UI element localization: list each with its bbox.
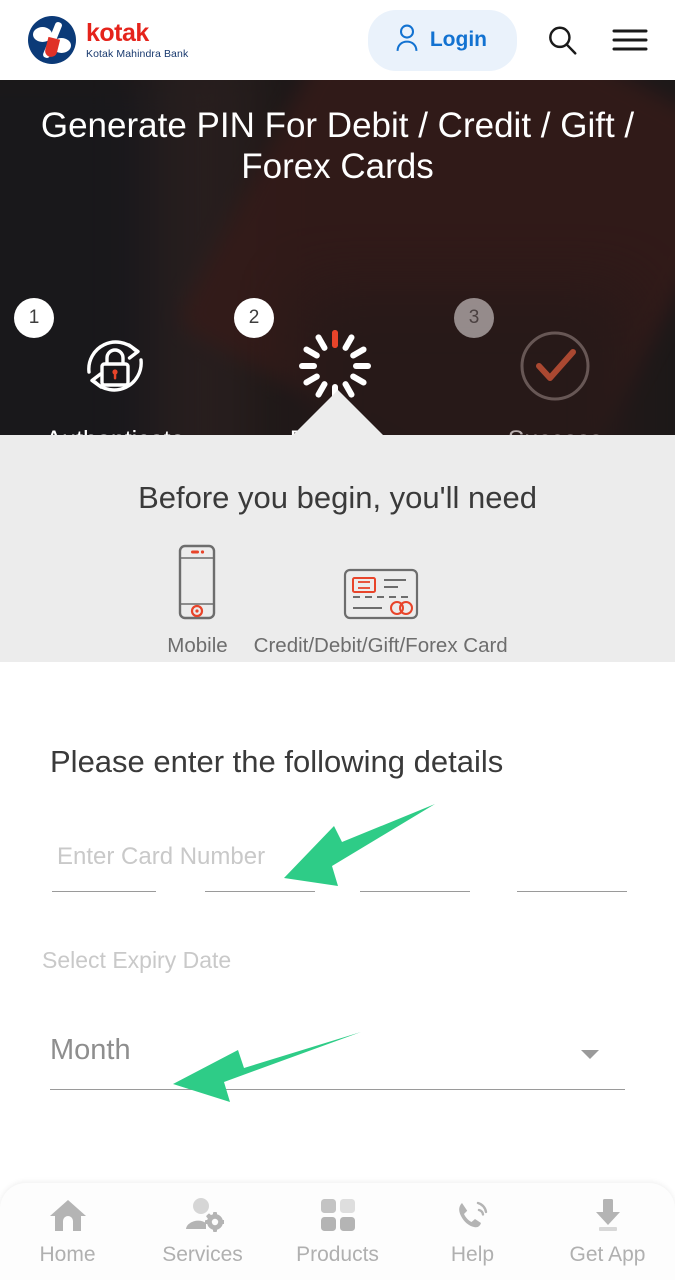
step-number-badge: 2	[234, 298, 274, 338]
nav-label: Home	[39, 1243, 96, 1266]
before-you-begin-section: Before you begin, you'll need Mobile Cre…	[0, 435, 675, 662]
card-number-segment-2[interactable]	[205, 891, 315, 892]
search-icon[interactable]	[539, 17, 585, 63]
download-icon	[540, 1196, 675, 1234]
nav-item-products[interactable]: Products	[270, 1196, 405, 1267]
requirement-mobile: Mobile	[167, 542, 228, 658]
requirement-label: Credit/Debit/Gift/Forex Card	[253, 634, 508, 657]
step-number-badge: 3	[454, 298, 494, 338]
nav-label: Get App	[569, 1243, 646, 1266]
requirements-list: Mobile Credit/Debit/Gift/Forex Card	[0, 542, 675, 658]
kotak-logo-mark-icon	[28, 16, 76, 64]
requirement-card: Credit/Debit/Gift/Forex Card	[254, 542, 508, 658]
logo-text: kotak Kotak Mahindra Bank	[86, 18, 189, 60]
login-label: Login	[429, 28, 487, 51]
month-select-value: Month	[50, 1034, 131, 1066]
hamburger-menu-icon[interactable]	[607, 17, 653, 63]
step-success[interactable]: 3 Success	[445, 298, 665, 435]
nav-item-help[interactable]: Help	[405, 1196, 540, 1267]
before-you-begin-title: Before you begin, you'll need	[138, 480, 537, 515]
grid-squares-icon	[270, 1196, 405, 1234]
bottom-navigation: Home Services Products Help Get App	[0, 1183, 675, 1280]
card-number-segment-4[interactable]	[517, 891, 627, 892]
mobile-phone-icon	[167, 542, 227, 622]
nav-item-get-app[interactable]: Get App	[540, 1196, 675, 1267]
card-number-segment-1[interactable]	[52, 891, 156, 892]
user-icon	[394, 23, 420, 58]
card-number-placeholder: Enter Card Number	[57, 843, 266, 870]
hero-notch	[292, 390, 383, 435]
nav-item-home[interactable]: Home	[0, 1196, 135, 1267]
credit-card-icon	[254, 542, 508, 622]
brand-subtitle: Kotak Mahindra Bank	[86, 47, 189, 60]
requirement-label: Mobile	[167, 634, 228, 657]
form-title: Please enter the following details	[50, 744, 504, 779]
card-number-field[interactable]: Enter Card Number	[0, 843, 675, 905]
person-gear-icon	[135, 1196, 270, 1234]
step-label: Authenticate	[5, 426, 225, 435]
step-authenticate[interactable]: 1 Authenticate	[5, 298, 225, 435]
brand-word: kotak	[86, 18, 149, 47]
login-button[interactable]: Login	[367, 9, 517, 71]
nav-label: Services	[162, 1243, 243, 1266]
site-header: kotak Kotak Mahindra Bank Login	[0, 0, 675, 80]
card-number-segment-3[interactable]	[360, 891, 470, 892]
step-label: Success	[445, 426, 665, 435]
step-number-badge: 1	[14, 298, 54, 338]
header-actions: Login	[367, 9, 653, 71]
page-root: kotak Kotak Mahindra Bank Login Generate…	[0, 0, 675, 1280]
nav-label: Help	[450, 1243, 495, 1266]
hero-banner: Generate PIN For Debit / Credit / Gift /…	[0, 80, 675, 435]
phone-call-icon	[405, 1196, 540, 1234]
chevron-down-icon[interactable]	[581, 1050, 599, 1059]
page-title: Generate PIN For Debit / Credit / Gift /…	[40, 106, 635, 187]
nav-item-services[interactable]: Services	[135, 1196, 270, 1267]
kotak-logo[interactable]: kotak Kotak Mahindra Bank	[28, 16, 188, 64]
nav-label: Products	[296, 1243, 379, 1266]
details-form: Please enter the following details Enter…	[0, 662, 675, 1090]
expiry-date-label: Select Expiry Date	[42, 947, 232, 973]
home-icon	[0, 1196, 135, 1234]
month-select[interactable]: Month	[50, 1034, 625, 1090]
